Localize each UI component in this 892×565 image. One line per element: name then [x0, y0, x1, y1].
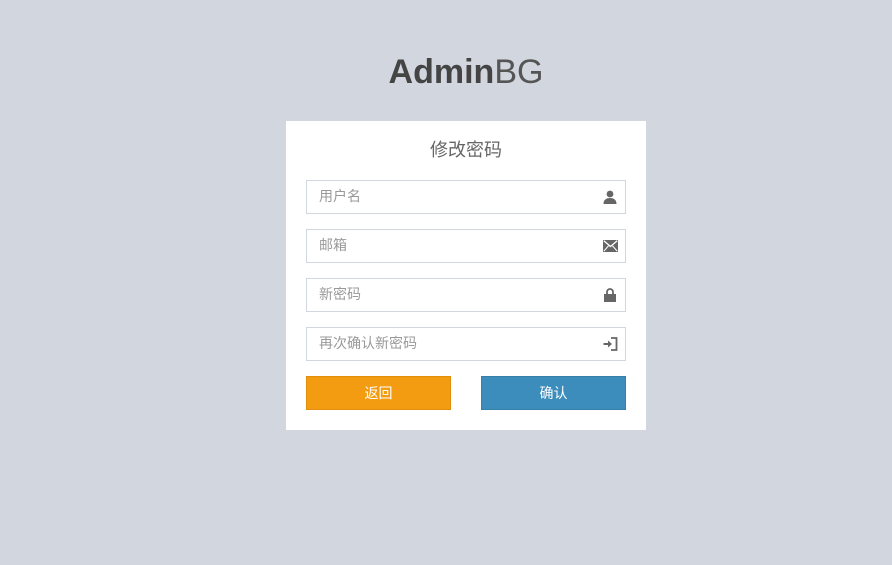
lock-icon [602, 287, 618, 303]
new-password-field-group [306, 278, 626, 312]
envelope-icon [602, 238, 618, 254]
change-password-box: 修改密码 用户名 邮箱 返回 确认 [286, 121, 646, 430]
confirm-password-field-group [306, 327, 626, 361]
email-field-group [306, 229, 626, 263]
user-icon [602, 189, 618, 205]
logo-bold-text: Admin [388, 53, 495, 91]
confirm-password-input[interactable] [306, 327, 626, 361]
email-input[interactable] [306, 229, 626, 263]
back-button[interactable]: 返回 [306, 376, 451, 410]
form-title: 修改密码 [430, 140, 502, 161]
button-row: 返回 确认 [306, 376, 626, 410]
new-password-input[interactable] [306, 278, 626, 312]
username-input[interactable] [306, 180, 626, 214]
app-logo: AdminBG [0, 50, 892, 94]
logo-light-text: BG [494, 53, 544, 91]
username-field-group [306, 180, 626, 214]
confirm-button[interactable]: 确认 [481, 376, 626, 410]
log-in-icon [602, 336, 618, 352]
